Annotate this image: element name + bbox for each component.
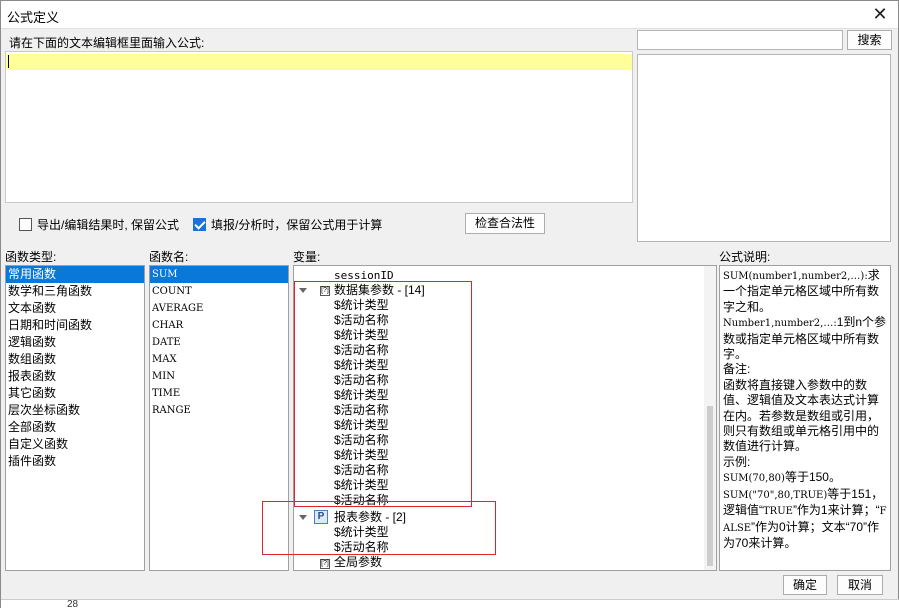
desc-example-2: SUM("70",80,TRUE)等于151，逻辑值“TRUE”作为1来计算；“…	[723, 486, 887, 550]
formula-description: SUM(number1,number2,…):求一个指定单元格区域中所有数字之和…	[719, 265, 891, 571]
export-keep-formula-label: 导出/编辑结果时, 保留公式	[37, 217, 180, 232]
validate-button[interactable]: 检查合法性	[465, 213, 545, 234]
desc-example-1: SUM(70,80)等于150。	[723, 470, 841, 485]
cancel-button[interactable]: 取消	[837, 575, 883, 595]
export-keep-formula-option[interactable]: 导出/编辑结果时, 保留公式	[19, 216, 179, 232]
func-type-item[interactable]: 常用函数	[6, 266, 144, 283]
ok-button[interactable]: 确定	[783, 575, 827, 595]
func-name-item[interactable]: CHAR	[150, 317, 288, 334]
func-name-item[interactable]: AVERAGE	[150, 300, 288, 317]
func-name-item[interactable]: RANGE	[150, 402, 288, 419]
search-results-panel	[637, 54, 891, 242]
variables-scrollbar[interactable]	[704, 266, 716, 570]
sheet-row-strip: 28	[1, 599, 899, 608]
desc-notes-title: 备注:	[723, 362, 751, 377]
dialog-title: 公式定义	[7, 10, 60, 25]
func-type-list: 常用函数 数学和三角函数 文本函数 日期和时间函数 逻辑函数 数组函数 报表函数…	[5, 265, 145, 571]
fill-keep-formula-checkbox[interactable]	[193, 217, 206, 231]
func-name-label: 函数名:	[149, 250, 189, 264]
func-type-item[interactable]: 数学和三角函数	[6, 283, 144, 300]
current-line-highlight	[6, 54, 632, 70]
desc-example-title: 示例:	[723, 454, 751, 469]
export-keep-formula-checkbox[interactable]	[19, 217, 32, 231]
func-name-item[interactable]: MAX	[150, 351, 288, 368]
func-type-item[interactable]: 报表函数	[6, 368, 144, 385]
fill-keep-formula-option[interactable]: 填报/分析时，保留公式用于计算	[193, 216, 382, 232]
func-type-label: 函数类型:	[5, 250, 57, 264]
formula-desc-label: 公式说明:	[719, 250, 771, 264]
func-type-item[interactable]: 层次坐标函数	[6, 402, 144, 419]
func-name-item[interactable]: DATE	[150, 334, 288, 351]
func-type-item[interactable]: 其它函数	[6, 385, 144, 402]
text-caret	[8, 55, 9, 68]
desc-notes: 函数将直接键入参数中的数值、逻辑值及文本表达式计算在内。若参数是数组或引用，则只…	[723, 377, 880, 454]
search-button[interactable]: 搜索	[847, 30, 892, 50]
func-name-item[interactable]: COUNT	[150, 283, 288, 300]
func-type-item[interactable]: 自定义函数	[6, 436, 144, 453]
search-input[interactable]	[637, 30, 843, 50]
func-type-item[interactable]: 逻辑函数	[6, 334, 144, 351]
func-type-item[interactable]: 数组函数	[6, 351, 144, 368]
formula-dialog: 公式定义 ✕ 请在下面的文本编辑框里面输入公式: 搜索 导出/编辑结果时, 保留…	[0, 0, 899, 608]
func-name-item[interactable]: TIME	[150, 385, 288, 402]
func-type-item[interactable]: 文本函数	[6, 300, 144, 317]
func-type-item[interactable]: 日期和时间函数	[6, 317, 144, 334]
func-name-item[interactable]: SUM	[150, 266, 288, 283]
title-bar: 公式定义 ✕	[1, 1, 898, 29]
scrollbar-thumb[interactable]	[707, 406, 713, 566]
variables-label: 变量:	[293, 250, 321, 264]
global-param-icon: [?]	[320, 559, 330, 569]
editor-prompt: 请在下面的文本编辑框里面输入公式:	[9, 36, 205, 50]
row-number: 28	[67, 599, 79, 608]
func-type-item[interactable]: 全部函数	[6, 419, 144, 436]
global-param-group[interactable]: 全局参数	[334, 555, 382, 570]
fill-keep-formula-label: 填报/分析时，保留公式用于计算	[211, 217, 383, 232]
desc-syntax: SUM(number1,number2,…):求一个指定单元格区域中所有数字之和…	[723, 268, 880, 314]
func-name-item[interactable]: MIN	[150, 368, 288, 385]
highlight-box-report	[262, 501, 496, 555]
highlight-box-dataset	[294, 281, 472, 507]
desc-params: Number1,number2,…:1到n个参数或指定单元格区域中所有数字。	[723, 315, 887, 362]
close-icon[interactable]: ✕	[870, 4, 890, 24]
func-type-item[interactable]: 插件函数	[6, 453, 144, 470]
formula-editor[interactable]	[5, 51, 633, 203]
